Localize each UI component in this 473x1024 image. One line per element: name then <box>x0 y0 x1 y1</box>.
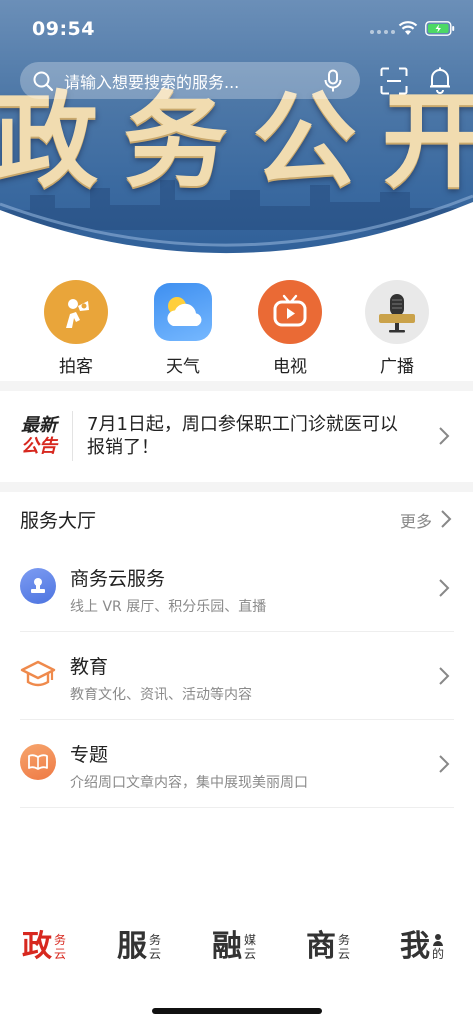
tab-sub-label: 媒云 <box>244 933 257 961</box>
notification-bell-icon[interactable] <box>428 66 452 94</box>
quick-links: 拍客 天气 电视 广播 <box>0 280 473 380</box>
home-indicator[interactable] <box>152 1008 322 1014</box>
battery-icon <box>425 21 455 36</box>
stamp-icon <box>20 568 56 604</box>
radio-microphone-icon <box>365 280 429 344</box>
quick-link-label: 天气 <box>166 357 200 377</box>
notice-divider <box>72 411 73 461</box>
quick-link-label: 电视 <box>273 357 307 377</box>
tab-main-char: 商 <box>306 929 336 964</box>
chevron-right-icon[interactable] <box>438 666 450 686</box>
tv-icon <box>258 280 322 344</box>
tab-gov-cloud[interactable]: 政 务云 <box>22 930 66 964</box>
notice-tag-line2: 公告 <box>21 436 57 457</box>
service-item-subtitle: 介绍周口文章内容，集中展现美丽周口 <box>70 775 308 791</box>
scan-icon[interactable] <box>380 67 408 95</box>
camera-person-icon <box>44 280 108 344</box>
search-placeholder[interactable]: 请输入想要搜索的服务... <box>64 69 322 93</box>
status-time: 09:54 <box>32 18 95 40</box>
service-item-subtitle: 线上 VR 展厅、积分乐园、直播 <box>70 599 267 615</box>
status-bar: 09:54 <box>0 0 473 56</box>
latest-notice[interactable]: 最新 公告 7月1日起，周口参保职工门诊就医可以报销了！ <box>0 392 473 480</box>
service-item-title: 教育 <box>70 656 109 678</box>
quick-link-label: 广播 <box>380 357 414 377</box>
microphone-icon[interactable] <box>322 69 344 93</box>
chevron-right-icon[interactable] <box>438 578 450 598</box>
hero-curve <box>0 194 473 262</box>
tab-service-cloud[interactable]: 服 务云 <box>117 930 161 964</box>
section-divider <box>0 381 473 391</box>
cellular-signal-icon <box>370 30 395 34</box>
search-icon <box>33 71 54 91</box>
tab-sub-label: 务云 <box>54 933 67 961</box>
hero-title: 政 务 公 开 <box>0 86 473 196</box>
hero-char: 务 <box>123 80 227 202</box>
service-item-subtitle: 教育文化、资讯、活动等内容 <box>70 687 252 703</box>
hero-char: 公 <box>252 80 357 202</box>
book-icon <box>20 744 56 780</box>
wifi-icon <box>398 21 418 35</box>
notice-tag-line1: 最新 <box>21 415 57 436</box>
service-item-commerce-cloud[interactable]: 商务云服务 线上 VR 展厅、积分乐园、直播 <box>20 544 454 632</box>
hero-char: 政 <box>0 80 98 202</box>
more-link[interactable]: 更多 <box>400 508 432 532</box>
section-divider <box>0 482 473 492</box>
tab-mine[interactable]: 我 的 <box>400 930 444 964</box>
quick-link-weather[interactable]: 天气 <box>138 280 228 377</box>
tab-media-cloud[interactable]: 融 媒云 <box>212 930 256 964</box>
service-item-title: 专题 <box>70 744 109 766</box>
graduation-cap-icon <box>20 656 56 692</box>
notice-text[interactable]: 7月1日起，周口参保职工门诊就医可以报销了！ <box>87 413 405 459</box>
tab-sub-label: 的 <box>432 933 444 961</box>
service-hall-header: 服务大厅 更多 <box>20 504 454 534</box>
hero-char: 开 <box>381 80 473 202</box>
search-bar[interactable]: 请输入想要搜索的服务... <box>20 62 360 99</box>
notice-tag: 最新 公告 <box>18 415 60 457</box>
service-hall-title: 服务大厅 <box>20 510 97 532</box>
tab-sub-label: 务云 <box>338 933 351 961</box>
chevron-right-icon[interactable] <box>438 426 450 446</box>
tab-main-char: 政 <box>22 929 52 964</box>
tab-sub-label: 务云 <box>149 933 162 961</box>
user-icon <box>433 934 443 946</box>
bottom-tab-bar: 政 务云 服 务云 融 媒云 商 务云 我 的 <box>0 920 473 980</box>
tab-business-cloud[interactable]: 商 务云 <box>306 930 350 964</box>
tab-main-char: 服 <box>117 929 147 964</box>
quick-link-radio[interactable]: 广播 <box>352 280 442 377</box>
tab-main-char: 融 <box>212 929 242 964</box>
chevron-right-icon[interactable] <box>440 509 452 529</box>
quick-link-paike[interactable]: 拍客 <box>31 280 121 377</box>
service-item-title: 商务云服务 <box>70 568 166 590</box>
quick-link-label: 拍客 <box>59 357 93 377</box>
service-item-topics[interactable]: 专题 介绍周口文章内容，集中展现美丽周口 <box>20 720 454 808</box>
chevron-right-icon[interactable] <box>438 754 450 774</box>
quick-link-tv[interactable]: 电视 <box>245 280 335 377</box>
tab-main-char: 我 <box>400 929 430 964</box>
service-item-education[interactable]: 教育 教育文化、资讯、活动等内容 <box>20 632 454 720</box>
weather-icon <box>154 283 212 341</box>
